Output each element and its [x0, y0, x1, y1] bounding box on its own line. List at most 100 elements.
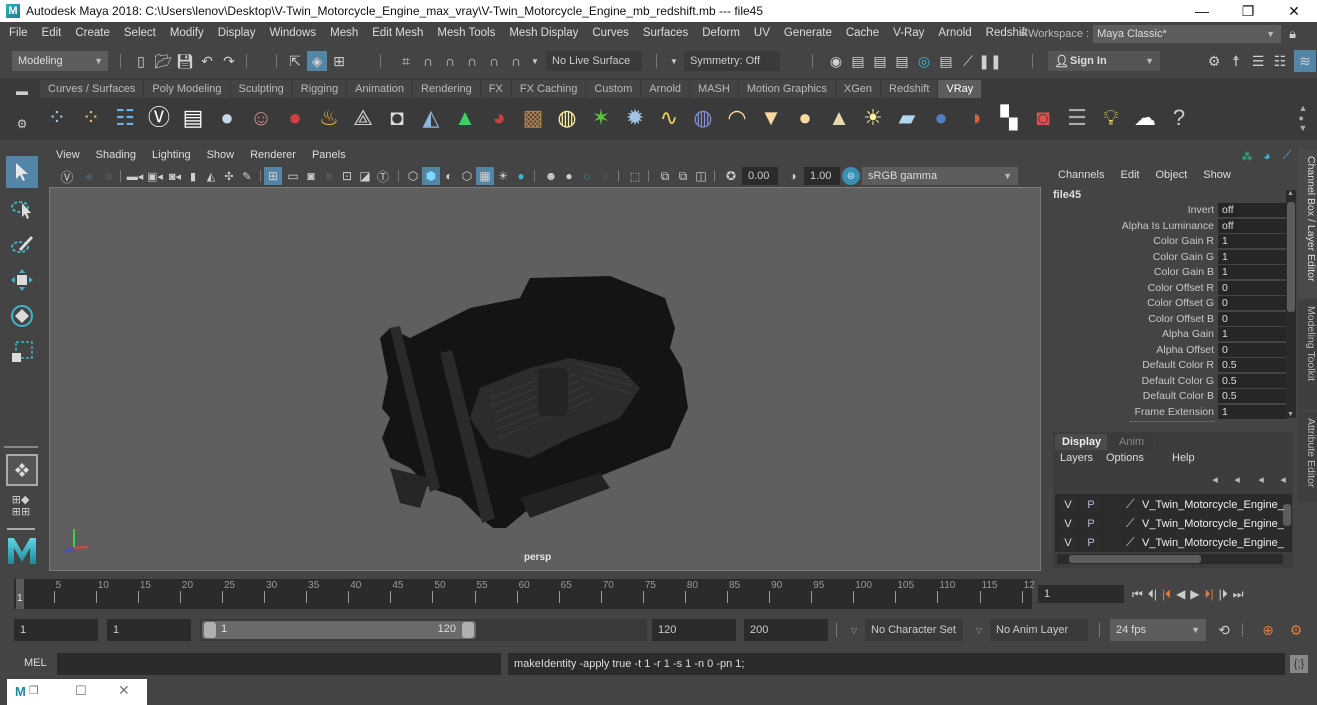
hypershade-icon[interactable]: ◎ [914, 51, 934, 71]
motion-blur-icon[interactable]: ● [560, 167, 578, 185]
menu-file[interactable]: File [0, 27, 35, 39]
attribute-label[interactable]: Color Gain B [1154, 265, 1214, 280]
shelf-tab-animation[interactable]: Animation [347, 80, 414, 98]
range-slider-start-handle[interactable] [204, 622, 216, 638]
animation-end-field[interactable]: 200 [744, 619, 828, 641]
exposure-icon[interactable]: ✪ [722, 167, 740, 185]
loop-playback-icon[interactable]: ⟲ [1214, 620, 1234, 640]
viewport-menu-view[interactable]: View [48, 149, 88, 165]
vray-light-select-icon[interactable]: ◘ [380, 102, 414, 134]
layer-visibility-toggle[interactable]: V [1060, 497, 1076, 513]
undo-icon[interactable]: ↶ [198, 52, 216, 70]
vray-help-icon[interactable]: ? [1162, 102, 1196, 134]
layer-name[interactable]: V_Twin_Motorcycle_Engine_ [1142, 516, 1284, 532]
attribute-value-field[interactable]: 0.5 [1218, 389, 1288, 403]
shelf-tab-fx[interactable]: FX [480, 80, 512, 98]
attribute-value-field[interactable]: 0.5 [1218, 358, 1288, 372]
expand-icon[interactable]: » [1020, 28, 1026, 40]
layer-tab-display[interactable]: Display [1055, 434, 1107, 450]
anti-aliasing-icon[interactable]: ◌ [578, 167, 596, 185]
vray-checker-icon[interactable]: ▚ [992, 102, 1026, 134]
camera-attributes-icon[interactable]: ◙◂ [166, 167, 184, 185]
menu-deform[interactable]: Deform [695, 27, 747, 39]
bookmark-icon[interactable]: ▮ [186, 167, 200, 185]
shelf-tab-sculpting[interactable]: Sculpting [230, 80, 293, 98]
menu-create[interactable]: Create [68, 27, 117, 39]
render-view-icon[interactable]: ◉ [826, 51, 846, 71]
shelf-tab-vray[interactable]: VRay [938, 80, 983, 98]
shelf-tab-motion-graphics[interactable]: Motion Graphics [738, 80, 836, 98]
single-perspective-view-icon[interactable] [6, 454, 38, 486]
attribute-value-field[interactable]: 0.5 [1218, 373, 1288, 388]
layer-row[interactable]: V P ⟋ V_Twin_Motorcycle_Engine_ [1056, 515, 1284, 533]
attribute-editor-toggle-icon[interactable]: ⟋ [1279, 147, 1295, 163]
scrollbar-thumb[interactable] [1069, 555, 1201, 563]
range-slider-end-handle[interactable] [462, 622, 474, 638]
vray-particles-icon[interactable]: ✹ [618, 102, 652, 134]
vray-hair-icon[interactable]: ∿ [652, 102, 686, 134]
menu-surfaces[interactable]: Surfaces [636, 27, 695, 39]
vray-dome-light-icon[interactable]: ◍ [550, 102, 584, 134]
close-button[interactable]: ✕ [1271, 0, 1317, 22]
restore-button[interactable]: ❐ [1225, 0, 1271, 22]
layer-playback-toggle[interactable]: P [1082, 535, 1100, 551]
move-tool-icon[interactable] [6, 264, 38, 296]
shelf-scroll[interactable]: ▲ ● ▼ [1296, 100, 1310, 136]
channel-box-toggle-icon[interactable]: ≋ [1294, 50, 1316, 72]
vray-ies-light-icon[interactable]: ● [788, 102, 822, 134]
snapshot-icon[interactable]: ⟋ [958, 51, 978, 71]
grid-toggle-icon[interactable]: ⊞ [264, 167, 282, 185]
paint-select-tool-icon[interactable] [6, 228, 38, 260]
vray-sun-icon[interactable]: ☀ [856, 102, 890, 134]
engine-model[interactable] [370, 268, 690, 528]
side-tab-modeling-toolkit[interactable]: Modeling Toolkit [1298, 300, 1317, 410]
vray-cone-light-icon[interactable]: ▲ [822, 102, 856, 134]
character-set-dropdown[interactable]: No Character Set [865, 619, 963, 641]
menu-select[interactable]: Select [117, 27, 163, 39]
grease-pencil-icon[interactable]: ✎ [238, 167, 256, 185]
menu-cache[interactable]: Cache [839, 27, 886, 39]
play-forwards-icon[interactable]: ▶ [1190, 587, 1199, 601]
shelf-tab-mash[interactable]: MASH [690, 80, 739, 98]
channel-scrollbar[interactable]: ▲ ▼ [1286, 190, 1296, 418]
playback-start-field[interactable]: 1 [107, 619, 191, 641]
resolution-gate-icon[interactable]: ◙ [302, 167, 320, 185]
range-slider[interactable]: 1 120 [202, 621, 476, 639]
make-live-icon[interactable]: ∩ [484, 51, 504, 71]
attribute-value-field[interactable]: 0 [1218, 280, 1288, 295]
script-editor-icon[interactable]: {;} [1290, 655, 1308, 673]
xray-components-icon[interactable]: ◫ [692, 167, 710, 185]
channels-menu[interactable]: Channels [1058, 169, 1120, 181]
select-by-hierarchy-icon[interactable]: ⇱ [285, 51, 305, 71]
chevron-down-icon[interactable]: ▼ [529, 51, 541, 71]
menu-set-dropdown[interactable]: Modeling ▼ [12, 51, 108, 71]
edit-menu[interactable]: Edit [1120, 169, 1155, 181]
redo-icon[interactable]: ↷ [220, 52, 238, 70]
current-frame-field[interactable]: 1 [1038, 585, 1124, 603]
vray-frame-buffer-icon[interactable]: ▤ [176, 102, 210, 134]
time-slider[interactable]: 1 5 10 15 20 25 30 35 40 45 50 55 60 65 70 75 80 85 90 95 1… [14, 579, 1035, 609]
vray-sphere-icon[interactable]: ● [924, 102, 958, 134]
go-to-end-icon[interactable]: ⏭ [1233, 587, 1244, 602]
3d-viewport[interactable]: persp [49, 187, 1041, 571]
shelf-tab-arnold[interactable]: Arnold [641, 80, 691, 98]
channel-box-icon[interactable]: ⁂ [1239, 148, 1255, 164]
select-camera-icon[interactable]: ▬◂ [126, 167, 144, 185]
play-backwards-icon[interactable]: ◀ [1176, 587, 1185, 601]
vray-material-icon[interactable]: ● [210, 102, 244, 134]
vray-fire-icon[interactable]: ♨ [312, 102, 346, 134]
pause-icon[interactable]: ❚❚ [978, 51, 1001, 71]
view-transform-dropdown[interactable]: sRGB gamma ▼ [862, 167, 1018, 185]
menu-modify[interactable]: Modify [163, 27, 211, 39]
shelf-tab-fx-caching[interactable]: FX Caching [511, 80, 587, 98]
vray-texture-icon[interactable]: ▩ [516, 102, 550, 134]
shelf-tab-rendering[interactable]: Rendering [413, 80, 481, 98]
render-settings-icon[interactable]: ▤ [892, 51, 912, 71]
isolate-select-icon[interactable]: ⬚ [626, 167, 644, 185]
attribute-value-field[interactable]: 1 [1218, 249, 1288, 264]
layers-menu[interactable]: Layers [1060, 452, 1093, 464]
exposure-field[interactable]: 0.00 [742, 167, 778, 185]
layer-visibility-toggle[interactable]: V [1060, 516, 1076, 532]
human-ik-icon[interactable]: ☨ [1226, 51, 1246, 71]
layer-name[interactable]: V_Twin_Motorcycle_Engine_ [1142, 535, 1284, 551]
